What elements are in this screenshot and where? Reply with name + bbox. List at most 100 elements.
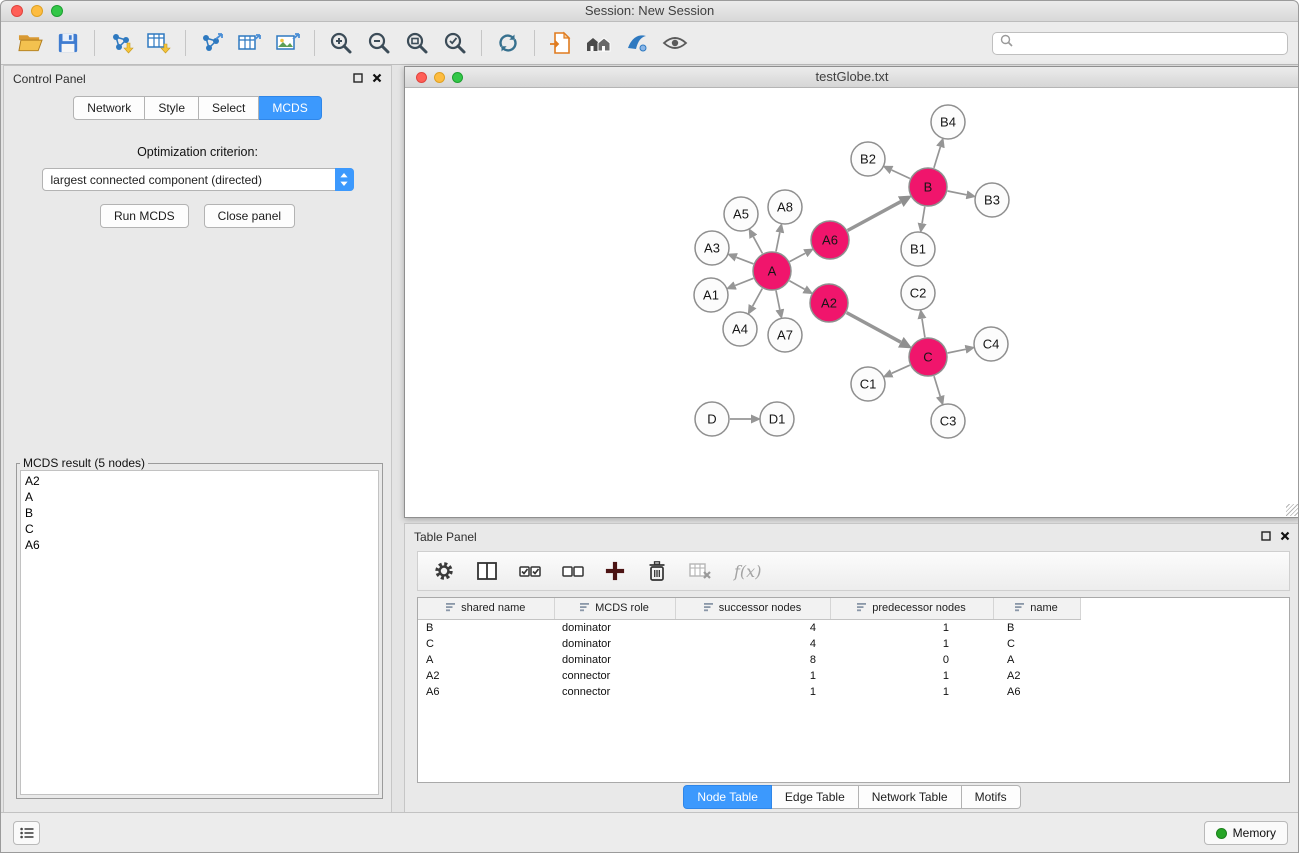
graph-node-label: A	[768, 264, 777, 279]
graph-edge-A-A6[interactable]	[790, 253, 806, 261]
open-session-icon[interactable]	[11, 26, 49, 60]
result-item[interactable]: C	[25, 521, 374, 537]
graph-edge-B-B4[interactable]	[934, 147, 941, 168]
graph-node-label: A7	[777, 328, 793, 343]
graph-edge-A-A1[interactable]	[735, 278, 753, 285]
column-header-successor-nodes[interactable]: successor nodes	[675, 598, 830, 619]
network-traffic-lights	[416, 72, 463, 83]
graph-edge-A-A3[interactable]	[736, 257, 753, 264]
network-close-button[interactable]	[416, 72, 427, 83]
style-brush-icon[interactable]	[618, 26, 656, 60]
select-all-columns-icon[interactable]	[519, 562, 541, 580]
homes-icon[interactable]	[580, 26, 618, 60]
tab-network-table[interactable]: Network Table	[859, 785, 962, 809]
table-row[interactable]: Cdominator41C	[418, 636, 1080, 652]
graph-edge-B-B1[interactable]	[922, 207, 925, 224]
eye-icon[interactable]	[656, 26, 694, 60]
column-header-MCDS-role[interactable]: MCDS role	[554, 598, 675, 619]
export-network-icon[interactable]	[193, 26, 231, 60]
search-box[interactable]	[992, 32, 1288, 55]
memory-button[interactable]: Memory	[1204, 821, 1288, 845]
table-row[interactable]: Adominator80A	[418, 652, 1080, 668]
node-table: shared nameMCDS rolesuccessor nodesprede…	[418, 598, 1081, 700]
graph-edge-B-B2[interactable]	[892, 170, 910, 179]
result-item[interactable]: A6	[25, 537, 374, 553]
graph-edge-A-A8[interactable]	[776, 233, 780, 252]
deselect-all-columns-icon[interactable]	[562, 562, 584, 580]
graph-edge-A-A2[interactable]	[789, 281, 804, 290]
tab-node-table[interactable]: Node Table	[683, 785, 772, 809]
tab-mcds[interactable]: MCDS	[259, 96, 321, 120]
control-panel: Control Panel NetworkStyleSelectMCDS Opt…	[3, 65, 392, 813]
search-icon	[1000, 34, 1013, 52]
window-title: Session: New Session	[1, 1, 1298, 21]
graph-edge-C-C1[interactable]	[892, 365, 910, 373]
run-mcds-button[interactable]: Run MCDS	[100, 204, 189, 228]
delete-trash-icon[interactable]	[646, 560, 668, 582]
graph-edge-B-B3[interactable]	[948, 191, 967, 195]
result-item[interactable]: A	[25, 489, 374, 505]
graph-edge-A-A5[interactable]	[753, 237, 762, 254]
graph-edge-A-A7[interactable]	[776, 291, 780, 310]
tab-network[interactable]: Network	[73, 96, 145, 120]
zoom-selected-icon[interactable]	[436, 26, 474, 60]
graph-node-label: C3	[940, 414, 957, 429]
table-row[interactable]: A2connector11A2	[418, 668, 1080, 684]
minimize-window-button[interactable]	[31, 5, 43, 17]
graph-edge-A2-C[interactable]	[847, 313, 901, 343]
network-minimize-button[interactable]	[434, 72, 445, 83]
graph-node-label: D1	[769, 412, 786, 427]
search-input[interactable]	[1018, 36, 1280, 50]
export-table-icon[interactable]	[231, 26, 269, 60]
network-window-titlebar[interactable]: testGlobe.txt	[405, 67, 1299, 88]
import-network-file-icon[interactable]	[102, 26, 140, 60]
network-canvas[interactable]: B4B2BB3A5A8A6B1A3AC2A1A2A4A7CC4C1C3DD1	[405, 88, 1299, 517]
task-history-button[interactable]	[13, 821, 40, 845]
column-header-name[interactable]: name	[993, 598, 1080, 619]
network-zoom-button[interactable]	[452, 72, 463, 83]
close-panel-icon[interactable]	[1280, 530, 1290, 544]
graph-node-label: C1	[860, 377, 877, 392]
mcds-result-list: A2ABCA6	[20, 470, 379, 795]
optimization-dropdown[interactable]: largest connected component (directed)	[42, 168, 354, 191]
apply-layout-icon[interactable]	[489, 26, 527, 60]
graph-edge-A-A4[interactable]	[753, 289, 763, 307]
graph-edge-C-C3[interactable]	[934, 376, 940, 396]
zoom-window-button[interactable]	[51, 5, 63, 17]
tab-select[interactable]: Select	[199, 96, 259, 120]
memory-status-dot	[1216, 828, 1227, 839]
import-table-file-icon[interactable]	[140, 26, 178, 60]
tab-edge-table[interactable]: Edge Table	[772, 785, 859, 809]
column-header-predecessor-nodes[interactable]: predecessor nodes	[830, 598, 993, 619]
close-panel-icon[interactable]	[372, 72, 382, 86]
tab-motifs[interactable]: Motifs	[962, 785, 1021, 809]
graph-node-label: B2	[860, 152, 876, 167]
save-session-icon[interactable]	[49, 26, 87, 60]
close-window-button[interactable]	[11, 5, 23, 17]
add-column-icon[interactable]	[605, 561, 625, 581]
graph-edge-A6-B[interactable]	[848, 202, 901, 231]
resize-grip[interactable]	[1286, 504, 1298, 516]
network-graph[interactable]: B4B2BB3A5A8A6B1A3AC2A1A2A4A7CC4C1C3DD1	[405, 88, 1299, 517]
float-panel-icon[interactable]	[1261, 530, 1271, 544]
close-panel-button[interactable]: Close panel	[204, 204, 295, 228]
function-builder-icon[interactable]: f(x)	[734, 562, 761, 581]
export-image-icon[interactable]	[269, 26, 307, 60]
zoom-fit-icon[interactable]	[398, 26, 436, 60]
table-panel-title: Table Panel	[414, 530, 477, 544]
show-columns-icon[interactable]	[476, 561, 498, 581]
table-row[interactable]: A6connector11A6	[418, 684, 1080, 700]
zoom-in-icon[interactable]	[322, 26, 360, 60]
tab-style[interactable]: Style	[145, 96, 199, 120]
zoom-out-icon[interactable]	[360, 26, 398, 60]
column-header-shared-name[interactable]: shared name	[418, 598, 554, 619]
float-panel-icon[interactable]	[353, 72, 363, 86]
graph-edge-C-C4[interactable]	[948, 349, 966, 353]
result-item[interactable]: B	[25, 505, 374, 521]
graph-edge-C-C2[interactable]	[922, 319, 925, 338]
table-row[interactable]: Bdominator41B	[418, 619, 1080, 636]
delete-table-icon[interactable]	[689, 561, 713, 581]
result-item[interactable]: A2	[25, 473, 374, 489]
network-document-icon[interactable]	[542, 26, 580, 60]
table-settings-gear-icon[interactable]	[433, 560, 455, 582]
